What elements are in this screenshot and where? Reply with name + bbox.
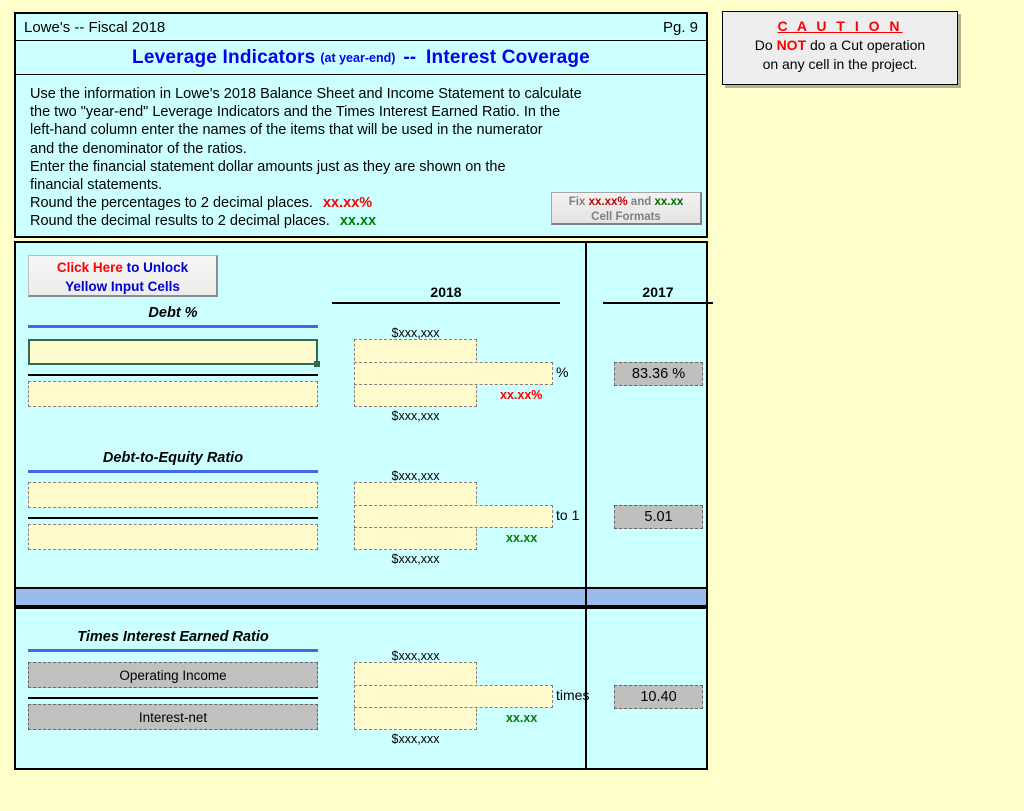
fix-button-dec-hint: xx.xx xyxy=(654,196,684,208)
unlock-button-to-unlock: to Unlock xyxy=(126,260,189,275)
column-header-2018-label: 2018 xyxy=(430,284,462,300)
debt-percent-unit-label: % xyxy=(556,364,569,380)
page-title: Leverage Indicators xyxy=(132,46,316,68)
debt-to-equity-unit-label: to 1 xyxy=(556,507,580,523)
times-interest-earned-unit-label: times xyxy=(556,687,590,703)
times-interest-earned-title: Times Interest Earned Ratio xyxy=(77,629,269,645)
debt-percent-result-cell[interactable] xyxy=(354,362,553,385)
debt-to-equity-denominator-name-input[interactable] xyxy=(28,524,318,550)
column-header-2017: 2017 xyxy=(603,284,713,304)
instruction-line-4: and the denominator of the ratios. xyxy=(30,140,247,157)
section-divider-band xyxy=(14,587,708,607)
instruction-line-2: the two "year-end" Leverage Indicators a… xyxy=(30,104,561,121)
unlock-yellow-cells-button[interactable]: Click Here to Unlock Yellow Input Cells xyxy=(28,255,218,297)
caution-title: C A U T I O N xyxy=(777,18,903,34)
debt-to-equity-format-hint: xx.xx xyxy=(506,531,538,545)
divider-column-line xyxy=(585,587,587,607)
times-interest-earned-denominator-name: Interest-net xyxy=(28,704,318,730)
debt-to-equity-title-rule xyxy=(28,470,318,473)
debt-to-equity-left-fraction-bar xyxy=(28,517,318,519)
times-interest-earned-result-cell[interactable] xyxy=(354,685,553,708)
leverage-ratios-section: Click Here to Unlock Yellow Input Cells … xyxy=(14,241,713,589)
caution-box: C A U T I O N Do NOT do a Cut operation … xyxy=(722,11,958,85)
instruction-line-5: Enter the financial statement dollar amo… xyxy=(30,158,506,175)
debt-percent-denominator-hint: $xxx,xxx xyxy=(391,409,440,423)
caution-line-2-c: do a Cut operation xyxy=(810,37,926,53)
instruction-line-8-text: Round the decimal results to 2 decimal p… xyxy=(30,213,330,230)
times-interest-earned-title-rule xyxy=(28,649,318,652)
page-title-separator: -- xyxy=(403,46,417,68)
worksheet-panel: Lowe's -- Fiscal 2018 Pg. 9 Leverage Ind… xyxy=(14,12,713,770)
debt-percent-title: Debt % xyxy=(148,305,198,321)
debt-percent-left-fraction-bar xyxy=(28,374,318,376)
decimal-format-hint: xx.xx xyxy=(339,213,377,230)
fix-button-word-and: and xyxy=(630,196,652,208)
debt-percent-prior-year-value: 83.36 % xyxy=(614,362,703,386)
instruction-line-1: Use the information in Lowe's 2018 Balan… xyxy=(30,86,582,102)
times-interest-earned-denominator-hint: $xxx,xxx xyxy=(391,732,440,746)
company-fiscal-title: Lowe's -- Fiscal 2018 xyxy=(24,18,166,36)
debt-to-equity-numerator-name-input[interactable] xyxy=(28,482,318,508)
instruction-line-7-text: Round the percentages to 2 decimal place… xyxy=(30,195,313,212)
worksheet-title-row: Leverage Indicators (at year-end) -- Int… xyxy=(16,40,706,75)
caution-line-2-a: Do xyxy=(754,37,773,53)
worksheet-upper-box: Lowe's -- Fiscal 2018 Pg. 9 Leverage Ind… xyxy=(14,12,708,238)
times-interest-earned-format-hint: xx.xx xyxy=(506,711,538,725)
page-title-secondary: Interest Coverage xyxy=(426,46,590,68)
debt-percent-format-hint: xx.xx% xyxy=(500,388,543,402)
instruction-line-3: left-hand column enter the names of the … xyxy=(30,122,543,139)
debt-to-equity-title: Debt-to-Equity Ratio xyxy=(102,450,244,466)
debt-to-equity-numerator-hint: $xxx,xxx xyxy=(391,469,440,483)
debt-percent-numerator-name-input[interactable] xyxy=(28,339,320,367)
column-header-2018: 2018 xyxy=(332,284,560,304)
fix-button-pct-hint: xx.xx% xyxy=(588,196,628,208)
debt-to-equity-denominator-hint: $xxx,xxx xyxy=(391,552,440,566)
caution-line-2: Do NOT do a Cut operation xyxy=(723,36,957,55)
times-interest-earned-prior-year-value: 10.40 xyxy=(614,685,703,709)
worksheet-header-row: Lowe's -- Fiscal 2018 Pg. 9 xyxy=(16,14,706,40)
active-cell-fill-handle[interactable] xyxy=(314,361,320,367)
fix-button-line2: Cell Formats xyxy=(591,211,661,223)
debt-percent-numerator-hint: $xxx,xxx xyxy=(391,326,440,340)
caution-line-3: on any cell in the project. xyxy=(762,56,918,72)
times-interest-earned-left-fraction-bar xyxy=(28,697,318,699)
fix-button-word-fix: Fix xyxy=(568,196,586,208)
times-interest-earned-numerator-hint: $xxx,xxx xyxy=(391,649,440,663)
column-header-2017-rule xyxy=(603,302,713,304)
unlock-button-click-here: Click Here xyxy=(56,260,123,275)
fix-cell-formats-button[interactable]: Fix xx.xx% and xx.xx Cell Formats xyxy=(551,192,702,225)
column-header-2017-label: 2017 xyxy=(642,284,674,300)
debt-to-equity-prior-year-value: 5.01 xyxy=(614,505,703,529)
column-header-2018-rule xyxy=(332,302,560,304)
caution-line-2-not: NOT xyxy=(776,37,807,53)
page-number-label: Pg. 9 xyxy=(662,18,698,36)
debt-percent-title-rule xyxy=(28,325,318,328)
instructions-block: Use the information in Lowe's 2018 Balan… xyxy=(16,75,706,236)
debt-percent-denominator-name-input[interactable] xyxy=(28,381,318,407)
unlock-button-line2: Yellow Input Cells xyxy=(65,279,180,294)
column-divider xyxy=(585,243,587,587)
times-interest-earned-numerator-name: Operating Income xyxy=(28,662,318,688)
interest-coverage-section: Times Interest Earned Ratio Operating In… xyxy=(14,607,708,770)
page-title-qualifier: (at year-end) xyxy=(320,50,396,65)
percent-format-hint: xx.xx% xyxy=(322,195,373,212)
debt-to-equity-result-cell[interactable] xyxy=(354,505,553,528)
